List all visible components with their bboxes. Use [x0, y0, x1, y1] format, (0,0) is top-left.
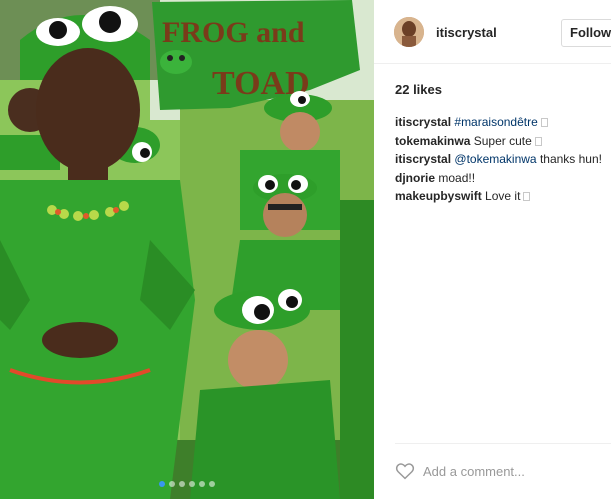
carousel-indicators[interactable] [0, 481, 374, 487]
comment-item: makeupbyswift Love it [395, 187, 611, 206]
carousel-dot[interactable] [209, 481, 215, 487]
mention-link[interactable]: @tokemakinwa [454, 152, 536, 166]
comment-text: thanks hun! [536, 152, 602, 166]
comment-username[interactable]: itiscrystal [395, 152, 451, 166]
comment-item: itiscrystal @tokemakinwa thanks hun! [395, 150, 611, 169]
heart-icon[interactable] [395, 462, 415, 480]
following-button[interactable]: Following [561, 19, 611, 47]
avatar[interactable] [394, 17, 424, 47]
comment-username[interactable]: makeupbyswift [395, 189, 482, 203]
post-photo[interactable]: FROG and TOAD [0, 0, 374, 499]
avatar-image [394, 17, 424, 47]
carousel-dot[interactable] [199, 481, 205, 487]
comment-text: Love it [485, 189, 521, 203]
post-header: itiscrystal Following [374, 0, 611, 64]
comment-item: djnorie moad!! [395, 169, 611, 188]
comment-username[interactable]: tokemakinwa [395, 134, 470, 148]
comment-item: tokemakinwa Super cute [395, 132, 611, 151]
carousel-dot[interactable] [179, 481, 185, 487]
post-username[interactable]: itiscrystal [436, 25, 497, 40]
comment-username[interactable]: itiscrystal [395, 115, 451, 129]
photo-illustration: FROG and TOAD [0, 0, 374, 499]
carousel-dot[interactable] [169, 481, 175, 487]
hashtag-link[interactable]: #maraisondêtre [454, 115, 537, 129]
carousel-dot[interactable] [189, 481, 195, 487]
add-comment-input[interactable]: Add a comment... [423, 464, 525, 479]
post-side-panel: itiscrystal Following 22 likes itiscryst… [374, 0, 611, 499]
emoji-glyph [534, 136, 542, 146]
comment-username[interactable]: djnorie [395, 171, 435, 185]
comment-item: itiscrystal #maraisondêtre [395, 113, 611, 132]
likes-count[interactable]: 22 likes [395, 82, 442, 97]
carousel-dot[interactable] [159, 481, 165, 487]
comment-text: moad!! [438, 170, 476, 185]
divider [395, 443, 611, 444]
comments-list: itiscrystal #maraisondêtre tokemakinwa S… [395, 113, 611, 206]
emoji-glyph [523, 192, 531, 201]
banner-line1: FROG and [162, 16, 305, 49]
comment-text: Super cute [473, 133, 532, 148]
emoji-glyph [540, 118, 548, 127]
